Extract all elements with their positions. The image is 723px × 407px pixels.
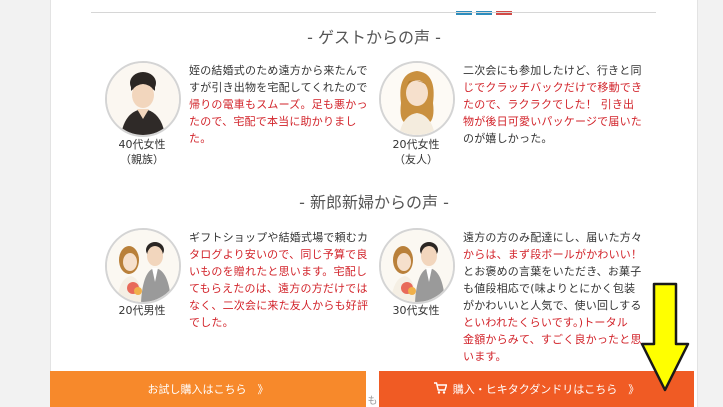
voice-text: ギフトショップや結婚式場で頼むカ タログより安いので、同じ予算で良 いものを贈れたと…	[189, 229, 375, 331]
voice-text-line: でした。	[189, 316, 234, 329]
voice-text-line: 姪の結婚式のため遠方から来たんで	[189, 64, 368, 77]
guest-voices-heading: - ゲストからの声 -	[307, 28, 441, 47]
voice-text-line: すが引き出物を宅配してくれたので	[189, 81, 368, 94]
voice-text-line: 物が後日可愛いパッケージで届いた	[463, 115, 642, 128]
avatar-couple-groom	[105, 228, 181, 304]
voice-text-line: とお褒めの言葉をいただき、お菓子	[463, 265, 642, 278]
voice-caption: 20代女性 （友人）	[376, 137, 456, 167]
voice-text-line: てもらえたのは、遠方の方だけでは	[189, 282, 368, 295]
voice-text-line: タログより安いので、同じ予算で良	[189, 248, 368, 261]
content-panel: - ゲストからの声 - 40代女性 （親族） 姪の結婚式のため遠方から来たんです…	[50, 0, 698, 407]
voice-caption: 20代男性	[102, 303, 182, 318]
avatar-couple-bride	[379, 228, 455, 304]
divider	[91, 12, 656, 13]
voice-text-line: といわれたくらいです。)トータル	[463, 316, 629, 329]
voice-text-line: た。	[189, 132, 212, 145]
voice-text-line: 遠方の方のみ配達にし、届いた方々	[463, 231, 643, 244]
voice-text-line: たので、ラクラクでした！ 引き出	[463, 98, 635, 111]
voice-text-line: からは、まず段ボールがかわいい！	[463, 248, 643, 261]
trial-purchase-label: お試し購入はこちら 》	[147, 383, 269, 396]
purchase-label: 購入・ヒキタクダンドリはこちら 》	[452, 383, 640, 396]
voice-caption: 40代女性 （親族）	[102, 137, 182, 167]
voice-text-line: たので、宅配で本当に助かりまし	[189, 115, 357, 128]
voice-text-line: も値段相応で(味よりとにかく包装	[463, 282, 636, 295]
voice-text: 二次会にも参加したけど、行きと同 じでクラッチバックだけで移動でき たので、ラクラク…	[463, 62, 649, 147]
voice-caption: 30代女性	[376, 303, 456, 318]
couple-voices-heading: - 新郎新婦からの声 -	[299, 193, 449, 212]
voice-text-line: いものを贈れたと思います。宅配し	[189, 265, 368, 278]
voice-text-line: のが嬉しかった。	[463, 132, 553, 145]
voice-text-line: 帰りの電車もスムーズ。足も悪かっ	[189, 98, 368, 111]
voice-text-line: がかわいいと人気で、使い回しする	[463, 299, 642, 312]
caption-relation: （親族）	[120, 153, 164, 166]
voice-text-line: 金額からみて、すごく良かったと思	[463, 333, 642, 346]
voice-text-line: ギフトショップや結婚式場で頼むカ	[189, 231, 369, 244]
voice-text-line: なく、二次会に来た友人からも好評	[189, 299, 369, 312]
voice-text: 遠方の方のみ配達にし、届いた方々 からは、まず段ボールがかわいい！ とお褒めの言葉を…	[463, 229, 649, 365]
obscured-text: も	[367, 396, 378, 407]
voice-text-line: います。	[463, 350, 507, 363]
avatar-40s-woman	[105, 61, 181, 137]
share-buttons-strip[interactable]	[456, 0, 516, 15]
caption-age: 40代女性	[118, 138, 166, 151]
caption-age: 20代男性	[118, 304, 166, 317]
voice-text: 姪の結婚式のため遠方から来たんで すが引き出物を宅配してくれたので 帰りの電車もスム…	[189, 62, 375, 147]
caption-relation: （友人）	[394, 153, 438, 166]
caption-age: 20代女性	[392, 138, 440, 151]
trial-purchase-button[interactable]: お試し購入はこちら 》	[50, 371, 366, 407]
voice-text-line: 二次会にも参加したけど、行きと同	[463, 64, 642, 77]
avatar-20s-woman	[379, 61, 455, 137]
yellow-arrow-down-icon	[640, 282, 690, 392]
voice-text-line: じでクラッチバックだけで移動でき	[463, 81, 643, 94]
cart-icon	[433, 381, 448, 397]
caption-age: 30代女性	[392, 304, 440, 317]
